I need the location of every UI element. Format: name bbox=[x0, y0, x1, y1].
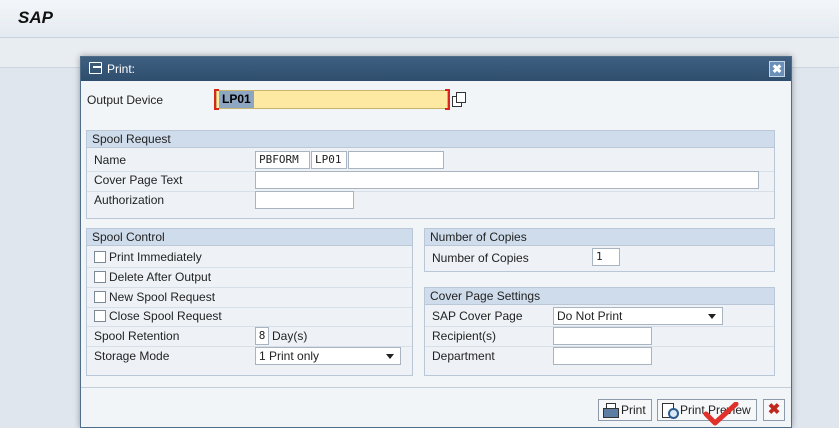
authorization-label: Authorization bbox=[94, 193, 165, 207]
department-field[interactable] bbox=[553, 347, 652, 365]
cancel-button[interactable]: ✖ bbox=[763, 399, 785, 421]
cover-page-text-field[interactable] bbox=[255, 171, 759, 189]
spool-request-group: Spool Request Name PBFORM LP01 Cover Pag… bbox=[86, 130, 775, 219]
sap-cover-page-select[interactable]: Do Not Print bbox=[553, 307, 723, 325]
name-field-3[interactable] bbox=[348, 151, 444, 169]
print-dialog: Print: ✖ Output Device LP01 Spool Reques… bbox=[80, 56, 792, 428]
print-button[interactable]: Print bbox=[598, 399, 652, 421]
recipients-label: Recipient(s) bbox=[432, 329, 497, 343]
row-separator bbox=[87, 267, 412, 268]
storage-mode-label: Storage Mode bbox=[94, 349, 170, 363]
cover-page-settings-group: Cover Page Settings SAP Cover Page Do No… bbox=[424, 287, 775, 376]
close-spool-request-checkbox[interactable] bbox=[94, 310, 106, 322]
required-bracket-left bbox=[214, 89, 219, 110]
delete-after-output-label: Delete After Output bbox=[109, 270, 212, 284]
sap-cover-page-value: Do Not Print bbox=[557, 309, 623, 323]
name-field-2[interactable]: LP01 bbox=[311, 151, 347, 169]
printer-icon bbox=[603, 403, 619, 418]
dialog-titlebar[interactable]: Print: ✖ bbox=[81, 57, 791, 81]
close-spool-request-label: Close Spool Request bbox=[109, 309, 222, 323]
delete-after-output-checkbox[interactable] bbox=[94, 271, 106, 283]
spool-retention-field[interactable]: 8 bbox=[255, 327, 269, 345]
number-of-copies-header: Number of Copies bbox=[425, 229, 774, 246]
value-help-icon[interactable] bbox=[452, 92, 466, 107]
close-icon[interactable]: ✖ bbox=[769, 61, 785, 77]
chevron-down-icon bbox=[708, 314, 716, 319]
required-bracket-right bbox=[445, 89, 450, 110]
recipients-field[interactable] bbox=[553, 327, 652, 345]
storage-mode-select[interactable]: 1 Print only bbox=[255, 347, 401, 365]
cover-page-settings-header: Cover Page Settings bbox=[425, 288, 774, 305]
output-device-value: LP01 bbox=[219, 91, 254, 108]
number-of-copies-field[interactable]: 1 bbox=[592, 248, 620, 266]
storage-mode-value: 1 Print only bbox=[259, 349, 320, 363]
print-button-label: Print bbox=[621, 403, 646, 417]
app-header: SAP bbox=[0, 0, 839, 38]
app-title: SAP bbox=[18, 8, 53, 27]
cover-page-text-label: Cover Page Text bbox=[94, 173, 183, 187]
number-of-copies-group: Number of Copies Number of Copies 1 bbox=[424, 228, 775, 272]
row-separator bbox=[87, 326, 412, 327]
sap-cover-page-label: SAP Cover Page bbox=[432, 309, 523, 323]
output-device-label: Output Device bbox=[87, 93, 164, 107]
spool-control-header: Spool Control bbox=[87, 229, 412, 246]
new-spool-request-label: New Spool Request bbox=[109, 290, 216, 304]
department-label: Department bbox=[432, 349, 495, 363]
spool-retention-unit: Day(s) bbox=[272, 329, 308, 343]
row-separator bbox=[87, 307, 412, 308]
spool-request-header: Spool Request bbox=[87, 131, 774, 148]
dialog-title: Print: bbox=[107, 62, 136, 76]
chevron-down-icon bbox=[386, 354, 394, 359]
spool-retention-label: Spool Retention bbox=[94, 329, 180, 343]
print-immediately-label: Print Immediately bbox=[109, 250, 202, 264]
print-dialog-icon bbox=[89, 62, 102, 74]
row-separator bbox=[87, 191, 774, 192]
new-spool-request-checkbox[interactable] bbox=[94, 291, 106, 303]
footer-divider bbox=[81, 387, 791, 388]
row-separator bbox=[87, 287, 412, 288]
output-device-field[interactable]: LP01 bbox=[214, 89, 450, 110]
number-of-copies-label: Number of Copies bbox=[432, 251, 529, 265]
spool-control-group: Spool Control Print Immediately Delete A… bbox=[86, 228, 413, 376]
authorization-field[interactable] bbox=[255, 191, 354, 209]
print-immediately-checkbox[interactable] bbox=[94, 251, 106, 263]
check-mark-icon bbox=[703, 402, 739, 426]
print-preview-icon bbox=[662, 403, 679, 419]
name-field-1[interactable]: PBFORM bbox=[255, 151, 310, 169]
name-label: Name bbox=[94, 153, 127, 167]
